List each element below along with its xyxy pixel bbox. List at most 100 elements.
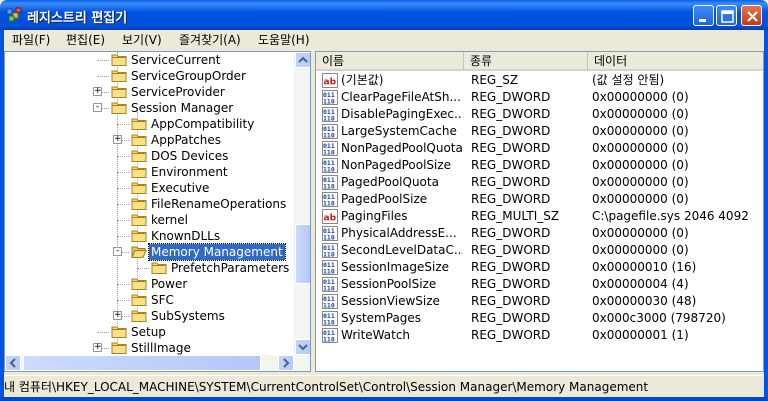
value-name: SessionPoolSize xyxy=(341,277,437,291)
tree-item-environment[interactable]: Environment xyxy=(5,164,298,180)
folder-icon xyxy=(131,310,147,322)
binary-value-icon: 011110 xyxy=(322,277,338,292)
binary-value-icon: 011110 xyxy=(322,158,338,173)
svg-text:110: 110 xyxy=(323,336,335,344)
scroll-left-button[interactable] xyxy=(5,355,21,371)
value-name: SystemPages xyxy=(341,311,422,325)
folder-icon xyxy=(111,54,127,66)
value-row[interactable]: 011 110 NonPagedPoolQuota REG_DWORD 0x000000… xyxy=(316,140,763,157)
value-data: 0x00000010 (16) xyxy=(592,260,697,274)
value-type: REG_DWORD xyxy=(471,192,551,206)
binary-value-icon: 011110 xyxy=(322,107,338,122)
chevron-right-icon xyxy=(283,358,290,368)
tree-item-label: Session Manager xyxy=(131,101,234,115)
value-row[interactable]: 011 110 WriteWatch REG_DWORD 0x00000001 (1) xyxy=(316,327,763,344)
scroll-right-button[interactable] xyxy=(278,355,294,371)
tree-item-appcompatibility[interactable]: AppCompatibility xyxy=(5,116,298,132)
value-row[interactable]: 011 110 PagedPoolQuota REG_DWORD 0x00000000 … xyxy=(316,174,763,191)
tree-item-apppatches[interactable]: + AppPatches xyxy=(5,132,298,148)
menu-favorites[interactable]: 즐겨찾기(A) xyxy=(179,32,241,48)
close-icon xyxy=(747,11,758,22)
expand-icon[interactable]: + xyxy=(113,310,122,320)
value-name: SecondLevelDataC... xyxy=(341,243,463,257)
column-header-data[interactable]: 데이터 xyxy=(588,52,763,70)
tree-item-executive[interactable]: Executive xyxy=(5,180,298,196)
value-row[interactable]: 011 110 DisablePagingExec... REG_DWORD 0x000… xyxy=(316,106,763,123)
tree-item-servicegrouporder[interactable]: ServiceGroupOrder xyxy=(5,68,298,84)
folder-icon xyxy=(131,134,147,146)
value-row[interactable]: 011 110 PhysicalAddressE... REG_DWORD 0x0000… xyxy=(316,225,763,242)
tree-horizontal-scrollbar[interactable] xyxy=(5,355,310,371)
menu-help[interactable]: 도움말(H) xyxy=(258,32,310,48)
column-header-type[interactable]: 종류 xyxy=(464,52,588,70)
value-row[interactable]: 011 110 SessionPoolSize REG_DWORD 0x00000004… xyxy=(316,276,763,293)
value-row[interactable]: 011 110 SessionViewSize REG_DWORD 0x00000030… xyxy=(316,293,763,310)
collapse-icon[interactable]: - xyxy=(113,246,122,256)
maximize-button[interactable] xyxy=(716,5,737,26)
value-row[interactable]: ab (기본값) REG_SZ (값 설정 안됨) xyxy=(316,72,763,89)
scroll-thumb[interactable] xyxy=(295,224,310,284)
tree-item-prefetchparameters[interactable]: PrefetchParameters xyxy=(5,260,298,276)
scroll-down-button[interactable] xyxy=(295,339,310,355)
value-data: 0x00000000 (0) xyxy=(592,107,689,121)
expand-icon[interactable]: + xyxy=(93,342,102,352)
binary-value-icon: 011110 xyxy=(322,141,338,156)
tree-item-stillimage[interactable]: + StillImage xyxy=(5,340,298,356)
scroll-up-button[interactable] xyxy=(295,52,310,68)
chevron-down-icon xyxy=(298,344,308,351)
menu-bar: 파일(F) 편집(E) 보기(V) 즐겨찾기(A) 도움말(H) xyxy=(4,30,764,49)
horizontal-scroll-thumb[interactable] xyxy=(23,355,261,371)
binary-value-icon: 011110 xyxy=(322,294,338,309)
menu-file[interactable]: 파일(F) xyxy=(12,32,50,48)
title-bar[interactable]: 레지스트리 편집기 xyxy=(0,0,768,30)
value-row[interactable]: 011 110 LargeSystemCache REG_DWORD 0x0000000… xyxy=(316,123,763,140)
binary-value-icon: 011110 xyxy=(322,192,338,207)
folder-icon xyxy=(131,198,147,210)
value-row[interactable]: 011 110 ClearPageFileAtSh... REG_DWORD 0x000… xyxy=(316,89,763,106)
tree-item-label: PrefetchParameters xyxy=(171,261,290,275)
tree-item-label: Memory Management xyxy=(148,243,286,261)
binary-value-icon: 011110 xyxy=(322,260,338,275)
value-type: REG_DWORD xyxy=(471,107,551,121)
value-row[interactable]: 011 110 PagedPoolSize REG_DWORD 0x00000000 (… xyxy=(316,191,763,208)
value-type: REG_DWORD xyxy=(471,175,551,189)
value-name: ClearPageFileAtSh... xyxy=(341,90,461,104)
tree-item-kernel[interactable]: kernel xyxy=(5,212,298,228)
tree-item-memory-management[interactable]: - Memory Management xyxy=(5,243,298,261)
value-row[interactable]: 011 110 SessionImageSize REG_DWORD 0x0000001… xyxy=(316,259,763,276)
value-row[interactable]: 011 110 SecondLevelDataC... REG_DWORD 0x0000… xyxy=(316,242,763,259)
value-row[interactable]: 011 110 SystemPages REG_DWORD 0x000c3000 (79… xyxy=(316,310,763,327)
value-row[interactable]: 011 110 NonPagedPoolSize REG_DWORD 0x0000000… xyxy=(316,157,763,174)
binary-value-icon: 011110 xyxy=(322,175,338,190)
tree-item-knowndlls[interactable]: KnownDLLs xyxy=(5,228,298,244)
values-list-pane[interactable]: 이름 종류 데이터 ab (기본값) REG_SZ (값 설정 안됨) 011 110 Cl… xyxy=(315,51,764,372)
svg-text:110: 110 xyxy=(323,319,335,327)
expand-icon[interactable]: + xyxy=(93,86,102,96)
tree-item-dos-devices[interactable]: DOS Devices xyxy=(5,148,298,164)
collapse-icon[interactable]: - xyxy=(93,102,102,112)
menu-view[interactable]: 보기(V) xyxy=(122,32,162,48)
tree-branch-line xyxy=(117,188,129,189)
close-button[interactable] xyxy=(741,5,762,26)
column-header-name[interactable]: 이름 xyxy=(316,52,464,70)
tree-item-subsystems[interactable]: + SubSystems xyxy=(5,308,298,324)
tree-item-servicecurrent[interactable]: ServiceCurrent xyxy=(5,52,298,68)
value-name: WriteWatch xyxy=(341,328,411,342)
tree-item-sfc[interactable]: SFC xyxy=(5,292,298,308)
tree-item-serviceprovider[interactable]: + ServiceProvider xyxy=(5,84,298,100)
tree-item-power[interactable]: Power xyxy=(5,276,298,292)
minimize-button[interactable] xyxy=(693,5,714,26)
menu-edit[interactable]: 편집(E) xyxy=(66,32,105,48)
value-name: NonPagedPoolSize xyxy=(341,158,452,172)
expand-icon[interactable]: + xyxy=(113,134,122,144)
value-row[interactable]: ab PagingFiles REG_MULTI_SZ C:\pagefile.sys… xyxy=(316,208,763,225)
tree-vertical-scrollbar[interactable] xyxy=(294,52,310,356)
value-name: PagedPoolQuota xyxy=(341,175,439,189)
folder-icon xyxy=(151,262,167,274)
tree-item-session-manager[interactable]: - Session Manager xyxy=(5,100,298,116)
folder-icon xyxy=(111,70,127,82)
key-tree-pane[interactable]: ServiceCurrent ServiceGroupOrder + ServiceP… xyxy=(4,51,311,372)
tree-item-label: DOS Devices xyxy=(151,149,229,163)
tree-item-setup[interactable]: Setup xyxy=(5,324,298,340)
tree-item-filerenameoperations[interactable]: FileRenameOperations xyxy=(5,196,298,212)
